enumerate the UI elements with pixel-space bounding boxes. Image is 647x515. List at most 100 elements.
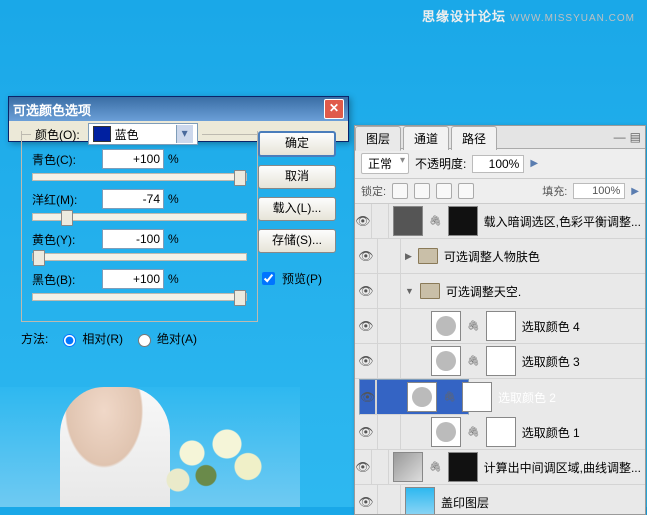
minimize-icon[interactable]: — [614,130,626,144]
layer-options-2: 锁定: 填充: 100% ▶ [355,179,645,204]
visibility-icon[interactable]: 👁 [355,415,378,449]
layer-name: 选取颜色 1 [522,424,641,441]
visibility-icon[interactable]: 👁 [355,450,372,484]
adjustment-thumb [431,417,461,447]
opacity-label: 不透明度: [415,155,466,172]
mask-thumb [486,346,516,376]
menu-icon[interactable]: ▤ [630,130,641,144]
color-select[interactable]: 蓝色 ▾ [88,123,198,145]
layers-list: 👁 🖇 载入暗调选区,色彩平衡调整... 👁 ▶ 可选调整人物肤色 👁 ▼ 可选调整天… [355,204,645,514]
link-icon: 🖇 [467,321,480,332]
visibility-icon[interactable]: 👁 [355,344,378,378]
adjustment-thumb [407,382,437,412]
chevron-down-icon: ▾ [176,125,193,143]
visibility-icon[interactable]: 👁 [355,204,372,238]
mask-thumb [448,452,478,482]
group-name: 可选调整天空. [446,283,641,300]
collapse-icon[interactable]: ▼ [405,286,414,296]
folder-icon [420,283,440,299]
blend-mode-select[interactable]: 正常 [361,153,409,174]
black-label: 黑色(B): [32,271,102,288]
layer-thumb [393,206,423,236]
cyan-row: 青色(C): % [32,149,247,169]
visibility-icon[interactable]: 👁 [360,380,376,414]
layer-name: 载入暗调选区,色彩平衡调整... [484,213,641,230]
dialog-title: 可选颜色选项 [13,100,91,119]
lock-pixels-icon[interactable] [414,183,430,199]
cyan-slider[interactable] [32,173,247,181]
layer-thumb [405,487,435,514]
layer-row[interactable]: 👁 🖇 选取颜色 4 [355,309,645,344]
opacity-arrow-icon[interactable]: ▶ [530,158,538,169]
lock-label: 锁定: [361,183,386,199]
black-input[interactable] [102,269,164,289]
opacity-input[interactable]: 100% [472,155,524,173]
method-relative[interactable]: 相对(R) [58,330,123,347]
lock-all-icon[interactable] [458,183,474,199]
preview-check[interactable]: 预览(P) [258,269,336,288]
tab-channels[interactable]: 通道 [403,126,449,150]
yellow-input[interactable] [102,229,164,249]
load-button[interactable]: 载入(L)... [258,197,336,221]
preview-checkbox[interactable] [262,272,275,285]
watermark: 思缘设计论坛 WWW.MISSYUAN.COM [422,6,635,25]
layer-name: 选取颜色 2 [498,389,556,406]
black-slider[interactable] [32,293,247,301]
layer-row[interactable]: 👁 🖇计算出中间调区域,曲线调整... [355,450,645,485]
layer-name: 选取颜色 3 [522,353,641,370]
color-swatch [93,126,111,142]
percent-sign: % [168,152,179,166]
visibility-icon[interactable]: 👁 [355,309,378,343]
adjustment-thumb [431,311,461,341]
method-label: 方法: [21,330,48,347]
fill-label: 填充: [542,183,567,199]
lock-transparency-icon[interactable] [392,183,408,199]
lock-position-icon[interactable] [436,183,452,199]
layer-name: 盖印图层 [441,494,641,511]
adjustment-thumb [431,346,461,376]
layers-panel: 图层 通道 路径 — ▤ 正常 不透明度: 100% ▶ 锁定: 填充: 100%… [354,125,646,515]
yellow-slider[interactable] [32,253,247,261]
layer-group-row[interactable]: 👁 ▶ 可选调整人物肤色 [355,239,645,274]
save-button[interactable]: 存储(S)... [258,229,336,253]
dialog-titlebar[interactable]: 可选颜色选项 ✕ [9,97,348,121]
watermark-site: 思缘设计论坛 [422,9,506,24]
layer-row-selected[interactable]: 👁 🖇选取颜色 2 [359,379,469,415]
layer-row[interactable]: 👁 🖇选取颜色 3 [355,344,645,379]
yellow-label: 黄色(Y): [32,231,102,248]
magenta-slider[interactable] [32,213,247,221]
tab-layers[interactable]: 图层 [355,126,401,151]
tab-paths[interactable]: 路径 [451,126,497,150]
method-absolute[interactable]: 绝对(A) [133,330,197,347]
expand-icon[interactable]: ▶ [405,251,412,262]
magenta-input[interactable] [102,189,164,209]
visibility-icon[interactable]: 👁 [355,274,378,308]
magenta-label: 洋红(M): [32,191,102,208]
fill-input[interactable]: 100% [573,183,625,199]
watermark-url: WWW.MISSYUAN.COM [510,13,635,24]
close-icon[interactable]: ✕ [324,99,344,119]
layer-row[interactable]: 👁 🖇 载入暗调选区,色彩平衡调整... [355,204,645,239]
fill-arrow-icon[interactable]: ▶ [631,186,639,197]
layer-group-row[interactable]: 👁 ▼ 可选调整天空. [355,274,645,309]
cancel-button[interactable]: 取消 [258,165,336,189]
layer-options-1: 正常 不透明度: 100% ▶ [355,149,645,179]
layer-row[interactable]: 👁 🖇 选取颜色 1 [355,415,645,450]
ok-button[interactable]: 确定 [258,131,336,157]
group-name: 可选调整人物肤色 [444,248,641,265]
preview-label: 预览(P) [282,270,322,287]
panel-tabs: 图层 通道 路径 — ▤ [355,126,645,149]
layer-name: 选取颜色 4 [522,318,641,335]
magenta-row: 洋红(M): % [32,189,247,209]
yellow-row: 黄色(Y): % [32,229,247,249]
cyan-label: 青色(C): [32,151,102,168]
visibility-icon[interactable]: 👁 [355,239,378,273]
link-icon: 🖇 [467,427,480,438]
mask-thumb [448,206,478,236]
link-icon: 🖇 [429,216,442,227]
visibility-icon[interactable]: 👁 [355,485,378,514]
cyan-input[interactable] [102,149,164,169]
color-value: 蓝色 [115,126,139,143]
link-icon: 🖇 [429,462,442,473]
layer-row[interactable]: 👁 盖印图层 [355,485,645,514]
